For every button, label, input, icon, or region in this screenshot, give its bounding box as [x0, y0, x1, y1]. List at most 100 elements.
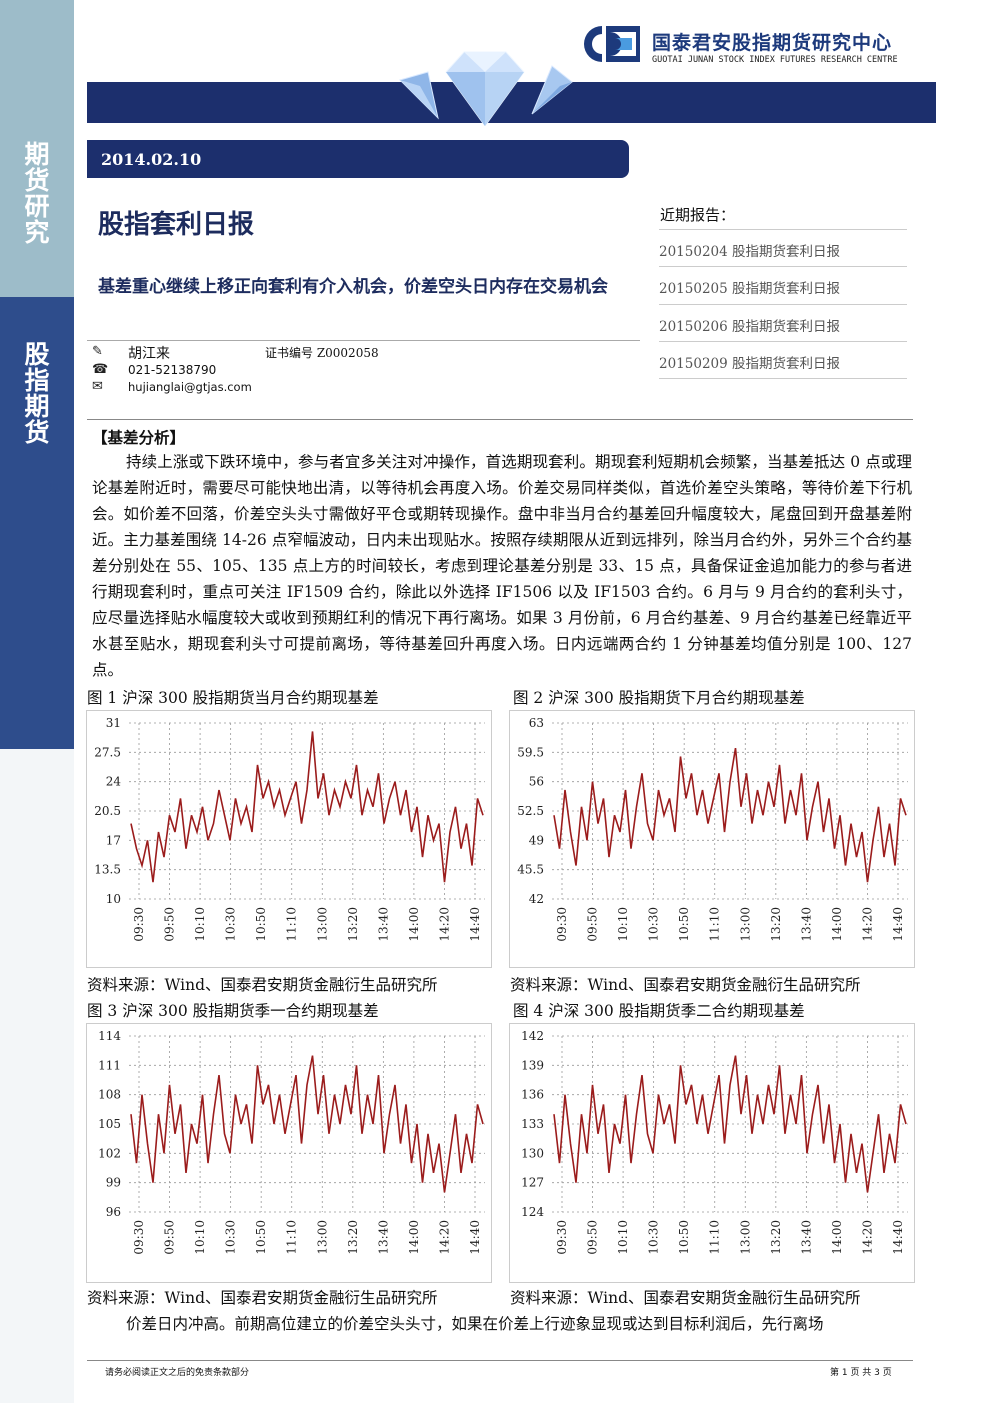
- x-tick-label: 13:40: [799, 1220, 813, 1255]
- y-tick-label: 96: [106, 1205, 121, 1219]
- y-tick-label: 27.5: [94, 745, 121, 759]
- x-tick-label: 10:10: [616, 1220, 630, 1255]
- x-tick-label: 11:10: [285, 1220, 299, 1255]
- y-tick-label: 114: [98, 1029, 121, 1043]
- y-tick-label: 102: [98, 1146, 121, 1160]
- y-tick-label: 10: [106, 892, 121, 906]
- figure-1-title: 图 1 沪深 300 股指期货当月合约期现基差: [87, 689, 379, 707]
- y-tick-label: 59.5: [517, 745, 544, 759]
- x-tick-label: 14:40: [891, 907, 905, 942]
- y-tick-label: 142: [521, 1029, 544, 1043]
- figure-4-frame: 142 139 136 133 130 127 124 09:30 09:50 10:10 10:3…: [509, 1023, 915, 1283]
- section-label: 【基差分析】: [92, 428, 186, 447]
- x-tick-label: 13:00: [738, 907, 752, 942]
- recent-report-item[interactable]: 20150205 股指期货套利日报: [659, 266, 907, 303]
- x-tick-label: 10:30: [647, 907, 661, 942]
- author-cert: 证书编号 Z0002058: [265, 346, 379, 360]
- figure-4-title: 图 4 沪深 300 股指期货季二合约期现基差: [513, 1002, 805, 1020]
- spread-analysis-paragraph: 价差日内冲高。前期高位建立的价差空头头寸，如果在价差上行迹象显现或达到目标利润后…: [126, 1315, 824, 1333]
- x-tick-label: 10:10: [193, 907, 207, 942]
- diamond-gems-icon: [399, 51, 573, 126]
- x-tick-label: 10:10: [193, 1220, 207, 1255]
- y-tick-label: 99: [106, 1176, 121, 1190]
- y-tick-label: 105: [98, 1117, 121, 1131]
- footer-disclaimer: 请务必阅读正文之后的免责条款部分: [105, 1368, 250, 1378]
- report-subtitle: 基差重心继续上移正向套利有介入机会，价差空头日内存在交易机会: [98, 277, 608, 297]
- company-logo-icon: [584, 26, 640, 62]
- y-tick-label: 56: [529, 775, 544, 789]
- y-tick-label: 124: [521, 1205, 544, 1219]
- figure-3-source: 资料来源：Wind、国泰君安期货金融衍生品研究所: [87, 1289, 438, 1307]
- author-name: 胡江来: [128, 346, 170, 362]
- y-tick-label: 24: [106, 775, 122, 789]
- x-tick-label: 10:30: [647, 1220, 661, 1255]
- figure-1-chart: 31 27.5 24 20.5 17 13.5 10 09:30 09:50 10:10 10:30…: [94, 716, 485, 942]
- figure-1-frame: 31 27.5 24 20.5 17 13.5 10 09:30 09:50 10:10 10:30…: [86, 710, 492, 968]
- recent-report-item[interactable]: 20150204 股指期货套利日报: [659, 229, 907, 266]
- figure-2-chart: 63 59.5 56 52.5 49 45.5 42 09:30 09:50 10:10 10:30…: [517, 716, 908, 942]
- report-date: 2014.02.10: [87, 140, 629, 178]
- x-tick-label: 14:40: [468, 1220, 482, 1255]
- y-tick-label: 108: [98, 1088, 121, 1102]
- x-tick-label: 14:40: [468, 907, 482, 942]
- x-tick-label: 13:40: [376, 907, 390, 942]
- phone-icon: ☎: [92, 362, 109, 377]
- y-tick-label: 139: [521, 1058, 544, 1072]
- x-tick-label: 14:20: [437, 1220, 451, 1255]
- y-tick-label: 136: [521, 1088, 544, 1102]
- y-tick-label: 52.5: [517, 804, 544, 818]
- x-tick-label: 14:00: [407, 1220, 421, 1255]
- x-tick-label: 13:20: [769, 1220, 783, 1255]
- x-tick-label: 09:50: [163, 1220, 177, 1255]
- x-tick-label: 11:10: [285, 907, 299, 942]
- footer-page-number: 第 1 页 共 3 页: [830, 1368, 892, 1378]
- y-tick-label: 13.5: [94, 863, 121, 877]
- basis-series-line: [130, 731, 484, 883]
- y-tick-label: 17: [106, 833, 121, 847]
- sidebar-label-futures: 股指期货: [24, 340, 50, 447]
- figure-3-title: 图 3 沪深 300 股指期货季一合约期现基差: [87, 1002, 379, 1020]
- y-tick-label: 111: [98, 1058, 121, 1072]
- author-email[interactable]: hujianglai@gtjas.com: [128, 380, 252, 394]
- x-tick-label: 14:20: [860, 1220, 874, 1255]
- x-tick-label: 10:50: [254, 907, 268, 942]
- section-divider: [87, 419, 913, 420]
- x-tick-label: 14:00: [407, 907, 421, 942]
- x-tick-label: 13:00: [738, 1220, 752, 1255]
- x-tick-label: 14:40: [891, 1220, 905, 1255]
- x-tick-label: 14:20: [437, 907, 451, 942]
- basis-series-line: [553, 747, 907, 883]
- figure-3-frame: 114 111 108 105 102 99 96 09:30 09:50 10:10 10:30 1…: [86, 1023, 492, 1283]
- figure-3-chart: 114 111 108 105 102 99 96 09:30 09:50 10:10 10:30 1…: [98, 1029, 485, 1255]
- y-tick-label: 42: [529, 892, 544, 906]
- author-phone: 021-52138790: [128, 363, 217, 377]
- x-tick-label: 09:30: [132, 907, 146, 942]
- report-title: 股指套利日报: [98, 210, 255, 240]
- x-tick-label: 14:00: [830, 1220, 844, 1255]
- x-tick-label: 13:20: [346, 907, 360, 942]
- x-tick-label: 14:00: [830, 907, 844, 942]
- sidebar-bottom-band: [0, 749, 74, 1403]
- sidebar-label-research: 期货研究: [24, 140, 50, 247]
- y-tick-label: 63: [529, 716, 544, 730]
- y-tick-label: 45.5: [517, 863, 544, 877]
- author-divider: [87, 340, 640, 341]
- recent-report-item[interactable]: 20150209 股指期货套利日报: [659, 341, 907, 379]
- x-tick-label: 09:30: [555, 907, 569, 942]
- basis-analysis-paragraph: 持续上涨或下跌环境中，参与者宜多关注对冲操作，首选期现套利。期现套利短期机会频繁…: [92, 453, 912, 679]
- x-tick-label: 10:50: [677, 1220, 691, 1255]
- x-tick-label: 13:20: [346, 1220, 360, 1255]
- sidebar: 期货研究 股指期货: [0, 0, 74, 1403]
- x-tick-label: 13:20: [769, 907, 783, 942]
- x-tick-label: 09:30: [555, 1220, 569, 1255]
- y-tick-label: 133: [521, 1117, 544, 1131]
- x-tick-label: 11:10: [708, 907, 722, 942]
- y-tick-label: 127: [521, 1176, 544, 1190]
- recent-report-item[interactable]: 20150206 股指期货套利日报: [659, 304, 907, 341]
- x-tick-label: 10:10: [616, 907, 630, 942]
- email-icon: ✉: [92, 379, 103, 394]
- y-tick-label: 49: [529, 833, 544, 847]
- org-name-cn: 国泰君安股指期货研究中心: [652, 32, 893, 54]
- x-tick-label: 10:30: [224, 1220, 238, 1255]
- x-tick-label: 14:20: [860, 907, 874, 942]
